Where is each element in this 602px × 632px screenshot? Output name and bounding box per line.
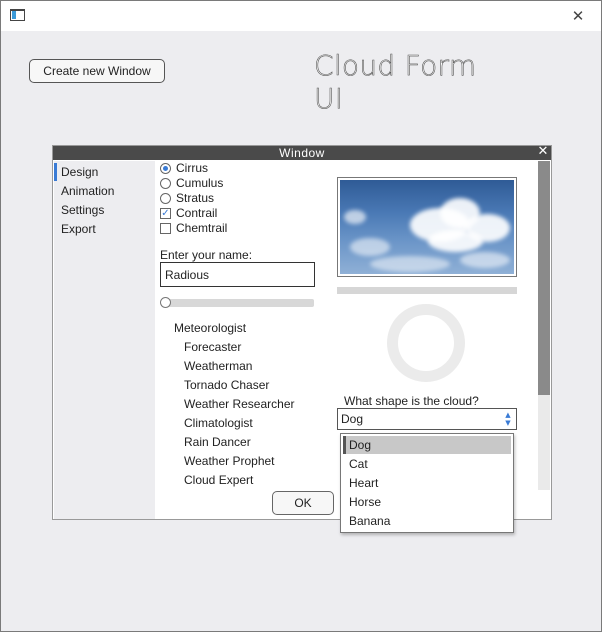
scrollbar-thumb[interactable] xyxy=(538,161,550,395)
cloud-photo xyxy=(340,180,514,274)
dropdown-option-dog[interactable]: Dog xyxy=(343,436,511,454)
sidebar-item-settings[interactable]: Settings xyxy=(54,201,155,219)
radio-label: Cumulus xyxy=(176,176,224,190)
sidebar-item-design[interactable]: Design xyxy=(54,163,155,181)
tree-root[interactable]: Meteorologist xyxy=(174,321,246,335)
sidebar: Design Animation Settings Export xyxy=(54,161,155,519)
tree-item[interactable]: Forecaster xyxy=(184,340,241,354)
inner-window: Window ✕ Design Animation Settings Expor… xyxy=(52,145,552,533)
inner-window-title: Window xyxy=(279,146,325,160)
os-titlebar[interactable]: ✕ xyxy=(1,1,601,31)
tree-item[interactable]: Rain Dancer xyxy=(184,435,251,449)
name-label: Enter your name: xyxy=(160,248,253,262)
tree-item[interactable]: Weatherman xyxy=(184,359,252,373)
shape-select-value: Dog xyxy=(341,412,364,426)
os-window: ✕ Create new Window Cloud Form UI Window… xyxy=(0,0,602,632)
slider-track[interactable] xyxy=(161,299,314,307)
inner-close-icon[interactable]: ✕ xyxy=(536,145,550,159)
tree-item[interactable]: Weather Researcher xyxy=(184,397,295,411)
inner-window-titlebar[interactable]: Window ✕ xyxy=(53,145,551,160)
radio-icon[interactable] xyxy=(160,193,171,204)
checkbox-checked-icon[interactable]: ✓ xyxy=(160,208,171,219)
radio-label: Cirrus xyxy=(176,161,208,175)
dropdown-option-banana[interactable]: Banana xyxy=(343,512,511,530)
dropdown-option-heart[interactable]: Heart xyxy=(343,474,511,492)
close-icon[interactable]: ✕ xyxy=(565,4,591,28)
ok-button[interactable]: OK xyxy=(272,491,334,515)
shape-dropdown: Dog Cat Heart Horse Banana xyxy=(340,433,514,533)
tree-item[interactable]: Weather Prophet xyxy=(184,454,275,468)
chevron-updown-icon[interactable]: ▲ ▼ xyxy=(503,411,513,427)
progress-bar xyxy=(337,287,517,294)
name-input[interactable] xyxy=(160,262,315,287)
radio-icon[interactable] xyxy=(160,178,171,189)
tree-item[interactable]: Cloud Expert xyxy=(184,473,253,487)
sidebar-item-export[interactable]: Export xyxy=(54,220,155,238)
tree-item[interactable]: Climatologist xyxy=(184,416,253,430)
create-new-window-button[interactable]: Create new Window xyxy=(29,59,165,83)
radio-selected-icon[interactable] xyxy=(160,163,171,174)
shape-question-label: What shape is the cloud? xyxy=(344,394,479,408)
cloud-image xyxy=(337,177,517,277)
radio-label: Stratus xyxy=(176,191,215,205)
slider-thumb[interactable] xyxy=(160,297,171,308)
loading-ring xyxy=(387,304,465,382)
shape-select[interactable]: Dog ▲ ▼ xyxy=(337,408,517,430)
sidebar-item-animation[interactable]: Animation xyxy=(54,182,155,200)
checkbox-label: Contrail xyxy=(176,206,218,220)
tree-item[interactable]: Tornado Chaser xyxy=(184,378,269,392)
window-icon xyxy=(10,9,25,21)
dropdown-option-cat[interactable]: Cat xyxy=(343,455,511,473)
dropdown-option-horse[interactable]: Horse xyxy=(343,493,511,511)
app-title: Cloud Form UI xyxy=(314,49,477,116)
checkbox-label: Chemtrail xyxy=(176,221,228,235)
checkbox-icon[interactable] xyxy=(160,223,171,234)
